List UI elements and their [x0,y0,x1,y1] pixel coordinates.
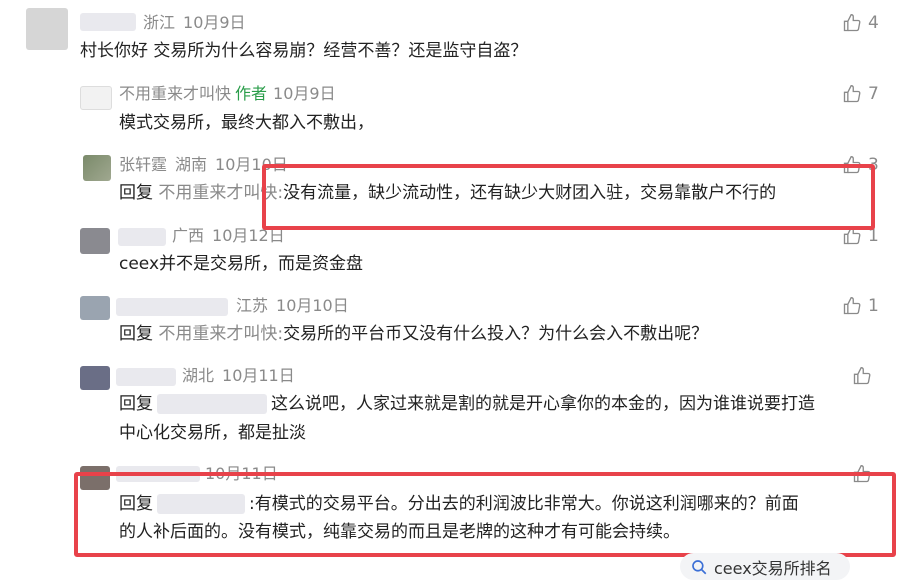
thumbs-up-icon [853,366,871,385]
avatar[interactable] [80,366,110,390]
avatar[interactable] [80,296,110,320]
reply-text-line1: 这么说吧，人家过来就是割的就是开心拿你的本金的，因为谁谁说要打造 [271,394,815,414]
reply-text: 交易所的平台币又没有什么投入？为什么会入不敷出呢？ [283,324,709,344]
comment-location: 江苏 [236,296,269,315]
avatar[interactable] [80,86,112,110]
search-suggestion[interactable]: ceex交易所排名 [680,553,850,580]
comment-location: 广西 [172,226,205,245]
blurred-reply-target [157,494,245,514]
thumbs-up-icon [843,84,861,103]
comment-meta: 10月11日 [205,464,278,484]
like-button[interactable]: 3 [842,154,879,176]
blurred-username [118,228,166,246]
reply-text: 没有流量，缺少流动性，还有缺少大财团入驻，交易靠散户不行的 [283,183,777,203]
comment-text: 回复 不用重来才叫快:没有流量，缺少流动性，还有缺少大财团入驻，交易靠散户不行的 [119,179,776,208]
avatar[interactable] [83,155,111,181]
comment-username[interactable]: 张轩霆 [119,155,167,174]
comment-username[interactable]: 不用重来才叫快 [119,84,231,103]
reply-prefix: 回复 [119,183,153,203]
avatar[interactable] [80,466,110,490]
thumbs-up-icon [843,226,861,245]
comment-text: 回复 不用重来才叫快:交易所的平台币又没有什么投入？为什么会入不敷出呢？ [119,320,708,349]
reply-target[interactable]: 不用重来才叫快: [158,324,283,344]
search-icon [692,559,707,574]
thumbs-up-icon [843,13,861,32]
like-button[interactable]: 7 [842,83,879,105]
reply-prefix: 回复 [119,394,153,414]
thumbs-up-icon [843,155,861,174]
comment-date: 10月10日 [276,296,349,315]
like-button[interactable] [852,365,878,387]
like-count: 3 [868,155,879,175]
like-button[interactable]: 4 [842,12,879,34]
author-badge: 作者 [235,84,268,103]
comment-meta: 江苏 10月10日 [236,296,349,316]
comment-date: 10月12日 [212,226,285,245]
comment-meta: 广西 10月12日 [172,226,285,246]
like-button[interactable]: 1 [842,225,879,247]
blurred-username [80,13,136,31]
thumbs-up-icon [853,464,871,483]
comment-text-continued: 的人补后面的。没有模式，纯靠交易的而且是老牌的这种才有可能会持续。 [119,522,680,542]
comment-date: 10月11日 [222,366,295,385]
comment-date: 10月9日 [183,13,246,32]
comment-location: 湖北 [182,366,215,385]
comment-text: 模式交易所，最终大都入不敷出， [119,113,374,133]
reply-prefix: 回复 [119,494,153,514]
blurred-username [116,466,200,482]
like-count: 1 [868,296,879,316]
blurred-reply-target [157,394,267,414]
blurred-username [116,368,176,386]
like-button[interactable] [852,463,878,485]
comment-location: 浙江 [143,13,176,32]
comment-text: 回复 :有模式的交易平台。分出去的利润波比非常大。你说这利润哪来的？前面 [119,490,799,519]
avatar[interactable] [80,228,110,254]
comment-meta: 湖北 10月11日 [182,366,295,386]
avatar[interactable] [26,8,68,50]
comment-text-continued: 中心化交易所，都是扯淡 [119,423,306,443]
comment-location: 湖南 [175,155,208,174]
like-count: 1 [868,226,879,246]
comment-meta: 张轩霆 湖南 10月10日 [119,155,288,175]
reply-prefix: 回复 [119,324,153,344]
comment-date: 10月9日 [273,84,336,103]
comment-text: 村长你好 交易所为什么容易崩？经营不善？还是监守自盗？ [80,41,528,61]
comment-date: 10月10日 [215,155,288,174]
comment-meta: 不用重来才叫快 作者 10月9日 [119,84,336,104]
comment-meta: 浙江 10月9日 [143,13,246,33]
like-button[interactable]: 1 [842,295,879,317]
thumbs-up-icon [843,296,861,315]
like-count: 4 [868,13,879,33]
search-suggestion-text: ceex交易所排名 [714,558,832,578]
comment-text: 回复 这么说吧，人家过来就是割的就是开心拿你的本金的，因为谁谁说要打造 [119,390,815,419]
like-count: 7 [868,84,879,104]
comment-text: ceex并不是交易所，而是资金盘 [119,254,364,274]
comment-date: 10月11日 [205,464,278,483]
blurred-username [116,298,228,316]
reply-target[interactable]: 不用重来才叫快: [158,183,283,203]
reply-text-line1: :有模式的交易平台。分出去的利润波比非常大。你说这利润哪来的？前面 [249,494,799,514]
